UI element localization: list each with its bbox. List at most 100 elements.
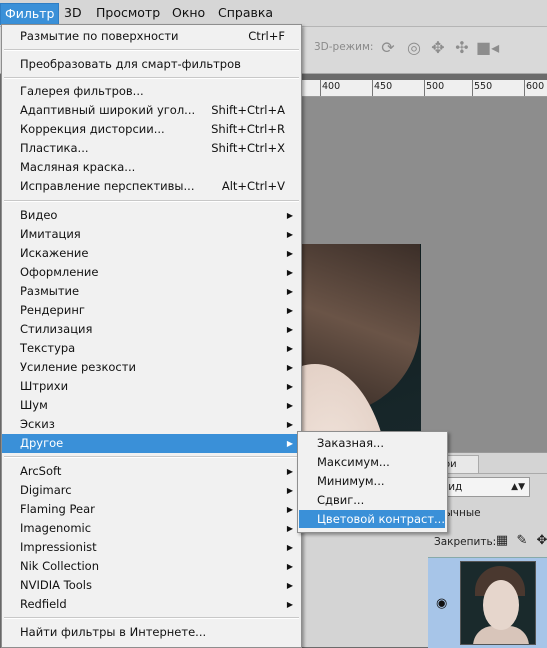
submenu-arrow-icon: ▶ (286, 287, 293, 296)
menu-item-digimarc[interactable]: Digimarc ▶ (2, 481, 301, 500)
menu-item-adaptive-wide-angle[interactable]: Адаптивный широкий угол... Shift+Ctrl+A (2, 101, 301, 120)
submenu-item-maximum[interactable]: Максимум... (299, 453, 445, 471)
menu-bar: Фильтр 3D Просмотр Окно Справка (0, 0, 547, 27)
menu-item-redfield[interactable]: Redfield ▶ (2, 595, 301, 614)
lock-transparency-icon[interactable]: ▦ (494, 533, 510, 549)
submenu-item-custom[interactable]: Заказная... (299, 434, 445, 452)
menu-window[interactable]: Окно (168, 4, 209, 22)
menu-item-artistic[interactable]: Имитация ▶ (2, 225, 301, 244)
menu-item-distort[interactable]: Искажение ▶ (2, 244, 301, 263)
menu-item-filter-gallery[interactable]: Галерея фильтров... (2, 82, 301, 101)
menu-3d[interactable]: 3D (60, 4, 86, 22)
submenu-arrow-icon: ▶ (286, 401, 293, 410)
blend-mode-select[interactable]: бычные (436, 505, 530, 522)
menu-item-arcsoft[interactable]: ArcSoft ▶ (2, 462, 301, 481)
menu-view[interactable]: Просмотр (92, 4, 164, 22)
menu-item-label: Размытие (20, 284, 80, 298)
submenu-item-offset[interactable]: Сдвиг... (299, 491, 445, 509)
menu-item-label: Текстура (20, 341, 76, 355)
menu-item-label: Nik Collection (20, 559, 99, 573)
submenu-arrow-icon: ▶ (286, 249, 293, 258)
menu-filter[interactable]: Фильтр (0, 3, 60, 25)
menu-item-surface-blur[interactable]: Размытие по поверхности Ctrl+F (2, 27, 301, 46)
ruler-label: 600 (526, 81, 545, 92)
submenu-arrow-icon: ▶ (286, 486, 293, 495)
menu-item-label: Flaming Pear (20, 502, 95, 516)
menu-item-imagenomic[interactable]: Imagenomic ▶ (2, 519, 301, 538)
menu-item-label: Видео (20, 208, 58, 222)
chevron-updown-icon: ▲▼ (511, 482, 525, 492)
menu-item-label: Рендеринг (20, 303, 85, 317)
lock-move-icon[interactable]: ✥ (534, 533, 547, 549)
menu-item-other[interactable]: Другое ▶ (2, 434, 301, 453)
menu-item-label: Найти фильтры в Интернете... (20, 625, 207, 639)
menu-item-nik-collection[interactable]: Nik Collection ▶ (2, 557, 301, 576)
scale-3d-icon[interactable]: ■◂ (476, 38, 499, 58)
submenu-arrow-icon: ▶ (286, 524, 293, 533)
menu-item-pixelate[interactable]: Оформление ▶ (2, 263, 301, 282)
submenu-arrow-icon: ▶ (286, 600, 293, 609)
menu-item-label: Коррекция дисторсии... (20, 122, 165, 136)
lock-label: Закрепить: (434, 536, 497, 548)
submenu-arrow-icon: ▶ (286, 505, 293, 514)
filter-kind-select[interactable]: Вид ▲▼ (436, 477, 530, 497)
menu-item-vanishing-point[interactable]: Исправление перспективы... Alt+Ctrl+V (2, 177, 301, 196)
menu-item-label: Digimarc (20, 483, 72, 497)
menu-item-blur[interactable]: Размытие ▶ (2, 282, 301, 301)
submenu-item-label: Заказная... (317, 436, 384, 450)
menu-item-label: Стилизация (20, 322, 93, 336)
menu-item-shortcut: Ctrl+F (248, 29, 285, 43)
submenu-arrow-icon: ▶ (286, 382, 293, 391)
submenu-arrow-icon: ▶ (286, 420, 293, 429)
menu-item-browse-online[interactable]: Найти фильтры в Интернете... (2, 623, 301, 642)
slide-3d-icon[interactable]: ✣ (452, 38, 472, 58)
menu-item-convert-smart[interactable]: Преобразовать для смарт-фильтров (2, 55, 301, 74)
lock-brush-icon[interactable]: ✎ (514, 533, 530, 549)
menu-item-label: NVIDIA Tools (20, 578, 92, 592)
menu-item-label: Redfield (20, 597, 67, 611)
menu-item-flaming-pear[interactable]: Flaming Pear ▶ (2, 500, 301, 519)
submenu-arrow-icon: ▶ (286, 230, 293, 239)
menu-item-label: Эскиз (20, 417, 55, 431)
menu-item-label: Другое (20, 436, 64, 450)
menu-item-shortcut: Shift+Ctrl+X (211, 141, 285, 155)
menu-item-label: Искажение (20, 246, 89, 260)
rotate-3d-icon[interactable]: ⟳ (378, 38, 398, 58)
menu-separator (4, 77, 299, 79)
menu-item-nvidia-tools[interactable]: NVIDIA Tools ▶ (2, 576, 301, 595)
3d-mode-label: 3D-режим: (314, 41, 374, 53)
submenu-arrow-icon: ▶ (286, 467, 293, 476)
menu-item-oil-paint[interactable]: Масляная краска... (2, 158, 301, 177)
menu-item-liquify[interactable]: Пластика... Shift+Ctrl+X (2, 139, 301, 158)
roll-3d-icon[interactable]: ◎ (404, 38, 424, 58)
menu-item-noise[interactable]: Шум ▶ (2, 396, 301, 415)
menu-item-label: Адаптивный широкий угол... (20, 103, 196, 117)
menu-item-label: Шум (20, 398, 48, 412)
menu-item-sharpen[interactable]: Усиление резкости ▶ (2, 358, 301, 377)
submenu-arrow-icon: ▶ (286, 268, 293, 277)
menu-item-shortcut: Alt+Ctrl+V (221, 179, 285, 193)
menu-item-brush-strokes[interactable]: Штрихи ▶ (2, 377, 301, 396)
menu-item-lens-correction[interactable]: Коррекция дисторсии... Shift+Ctrl+R (2, 120, 301, 139)
menu-item-shortcut: Shift+Ctrl+R (211, 122, 285, 136)
menu-item-sketch[interactable]: Эскиз ▶ (2, 415, 301, 434)
submenu-item-high-pass[interactable]: Цветовой контраст... (299, 510, 445, 528)
submenu-arrow-icon: ▶ (286, 363, 293, 372)
horizontal-ruler: 400 450 500 550 600 (300, 80, 547, 97)
ruler-label: 550 (474, 81, 493, 92)
menu-separator (4, 617, 299, 619)
menu-item-render[interactable]: Рендеринг ▶ (2, 301, 301, 320)
submenu-arrow-icon: ▶ (286, 306, 293, 315)
layer-row[interactable]: ◉ (428, 557, 547, 648)
layer-thumbnail (460, 561, 536, 645)
menu-item-stylize[interactable]: Стилизация ▶ (2, 320, 301, 339)
menu-item-label: Масляная краска... (20, 160, 136, 174)
submenu-arrow-icon: ▶ (286, 439, 293, 448)
menu-item-texture[interactable]: Текстура ▶ (2, 339, 301, 358)
submenu-item-minimum[interactable]: Минимум... (299, 472, 445, 490)
pan-3d-icon[interactable]: ✥ (428, 38, 448, 58)
menu-item-impressionist[interactable]: Impressionist ▶ (2, 538, 301, 557)
menu-item-video[interactable]: Видео ▶ (2, 206, 301, 225)
visibility-eye-icon[interactable]: ◉ (436, 596, 447, 611)
menu-help[interactable]: Справка (214, 4, 277, 22)
